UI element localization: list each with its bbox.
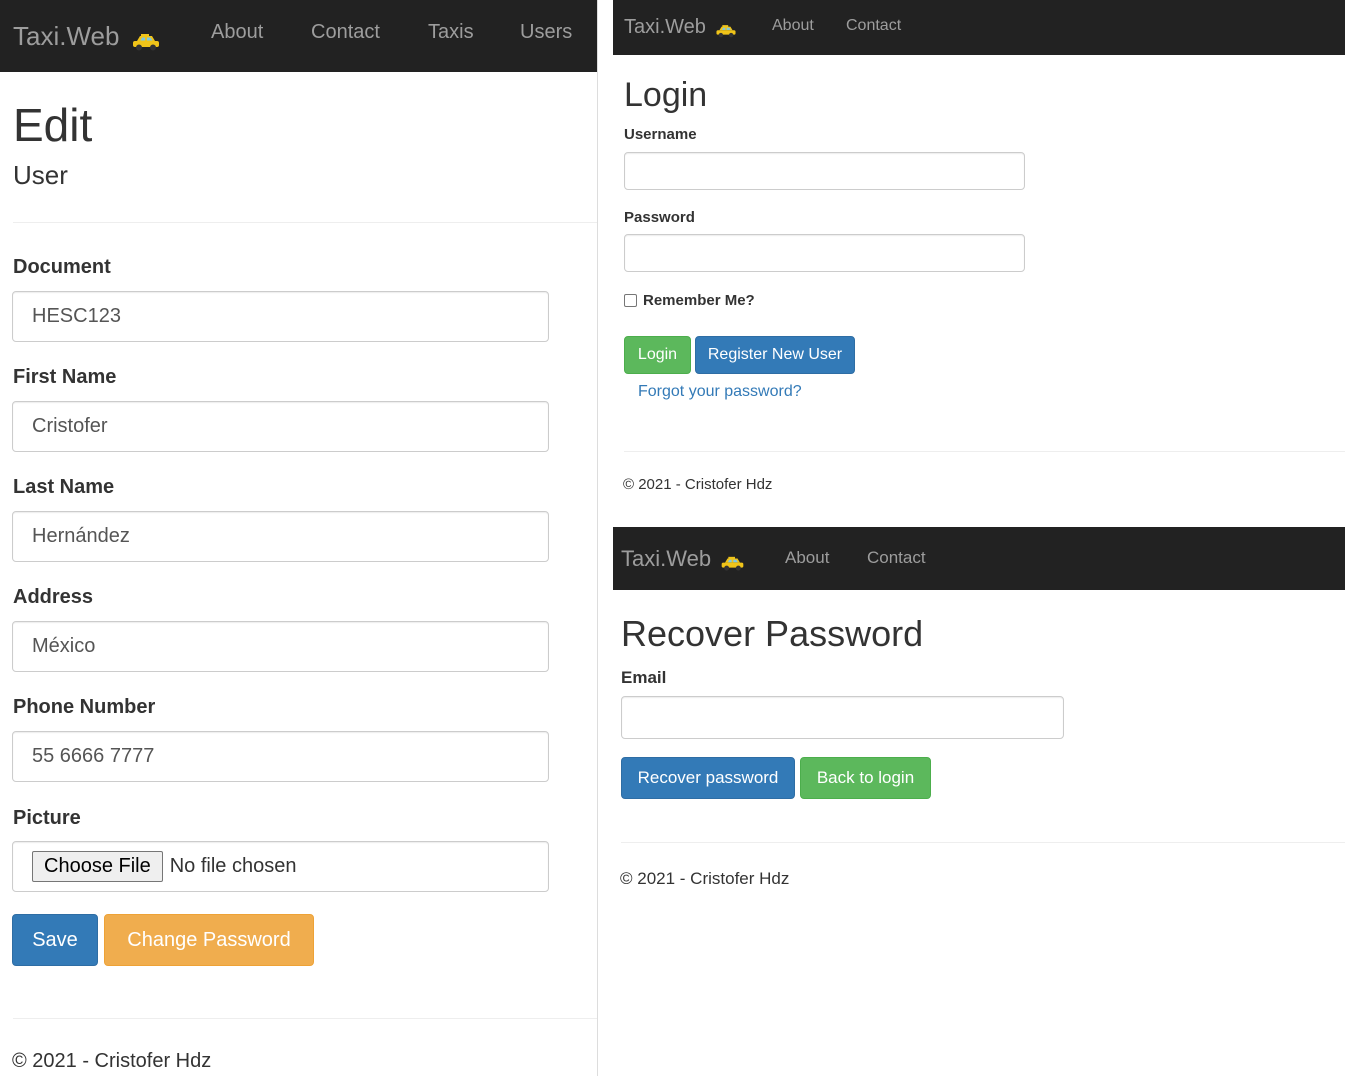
footer-divider bbox=[13, 1018, 597, 1019]
first-name-field[interactable]: Cristofer bbox=[12, 401, 549, 452]
login-button[interactable]: Login bbox=[624, 336, 691, 374]
change-password-button[interactable]: Change Password bbox=[104, 914, 314, 966]
first-name-label: First Name bbox=[13, 366, 117, 388]
picture-file-input[interactable]: Choose File No file chosen bbox=[12, 841, 549, 892]
footer: © 2021 - Cristofer Hdz bbox=[620, 869, 790, 888]
login-panel: Taxi.Web About Contact Login Username Pa… bbox=[613, 0, 1345, 512]
panel-gap bbox=[598, 0, 613, 1076]
remember-me-checkbox[interactable] bbox=[624, 294, 637, 307]
address-value: México bbox=[32, 635, 96, 657]
taxi-icon bbox=[715, 21, 737, 37]
email-input[interactable] bbox=[621, 696, 1064, 739]
panel-gap bbox=[613, 512, 1345, 527]
taxi-icon bbox=[720, 551, 745, 571]
recover-password-panel: Taxi.Web About Contact Recover Password … bbox=[613, 527, 1345, 1076]
register-button[interactable]: Register New User bbox=[695, 336, 855, 374]
remember-me[interactable]: Remember Me? bbox=[624, 292, 755, 309]
footer: © 2021 - Cristofer Hdz bbox=[623, 476, 773, 493]
username-input[interactable] bbox=[624, 152, 1025, 190]
choose-file-button[interactable]: Choose File bbox=[32, 851, 163, 882]
brand-link[interactable]: Taxi.Web bbox=[621, 546, 745, 572]
brand-name: Taxi.Web bbox=[621, 545, 712, 571]
document-field[interactable]: HESC123 bbox=[12, 291, 549, 342]
page-title: Login bbox=[624, 76, 708, 114]
brand-link[interactable]: Taxi.Web bbox=[624, 16, 737, 39]
forgot-password-link[interactable]: Forgot your password? bbox=[638, 383, 802, 401]
recover-password-button[interactable]: Recover password bbox=[621, 757, 795, 799]
phone-field[interactable]: 55 6666 7777 bbox=[12, 731, 549, 782]
save-button[interactable]: Save bbox=[12, 914, 98, 966]
nav-users[interactable]: Users bbox=[520, 21, 572, 44]
footer: © 2021 - Cristofer Hdz bbox=[12, 1050, 212, 1072]
nav-about[interactable]: About bbox=[211, 21, 263, 44]
page-title: Recover Password bbox=[621, 613, 924, 654]
nav-about[interactable]: About bbox=[772, 17, 814, 35]
brand-name: Taxi.Web bbox=[13, 20, 120, 51]
document-value: HESC123 bbox=[32, 305, 121, 327]
divider bbox=[13, 222, 597, 223]
brand-link[interactable]: Taxi.Web bbox=[13, 21, 161, 52]
phone-value: 55 6666 7777 bbox=[32, 745, 155, 767]
remember-me-label: Remember Me? bbox=[643, 292, 755, 309]
nav-contact[interactable]: Contact bbox=[311, 21, 380, 44]
last-name-label: Last Name bbox=[13, 476, 115, 498]
nav-contact[interactable]: Contact bbox=[867, 548, 926, 568]
page-subtitle: User bbox=[13, 160, 68, 190]
first-name-value: Cristofer bbox=[32, 415, 108, 437]
back-to-login-button[interactable]: Back to login bbox=[800, 757, 931, 799]
taxi-icon bbox=[131, 27, 161, 51]
nav-contact[interactable]: Contact bbox=[846, 17, 901, 35]
document-label: Document bbox=[13, 256, 111, 278]
address-label: Address bbox=[13, 586, 94, 608]
address-field[interactable]: México bbox=[12, 621, 549, 672]
file-status: No file chosen bbox=[169, 855, 297, 877]
brand-name: Taxi.Web bbox=[624, 16, 706, 38]
nav-taxis[interactable]: Taxis bbox=[428, 21, 474, 44]
footer-divider bbox=[624, 451, 1345, 452]
navbar: Taxi.Web About Contact bbox=[613, 0, 1345, 55]
footer-divider bbox=[621, 842, 1345, 843]
navbar: Taxi.Web About Contact bbox=[613, 527, 1345, 590]
last-name-value: Hernández bbox=[32, 525, 130, 547]
edit-user-panel: Taxi.Web About Contact Taxis Users Edit … bbox=[0, 0, 598, 1076]
password-label: Password bbox=[624, 209, 695, 226]
email-label: Email bbox=[621, 668, 667, 687]
phone-label: Phone Number bbox=[13, 696, 156, 718]
page-title: Edit bbox=[13, 99, 93, 151]
picture-label: Picture bbox=[13, 807, 81, 829]
navbar: Taxi.Web About Contact Taxis Users bbox=[0, 0, 597, 72]
nav-about[interactable]: About bbox=[785, 548, 829, 568]
password-input[interactable] bbox=[624, 234, 1025, 272]
username-label: Username bbox=[624, 126, 697, 143]
last-name-field[interactable]: Hernández bbox=[12, 511, 549, 562]
